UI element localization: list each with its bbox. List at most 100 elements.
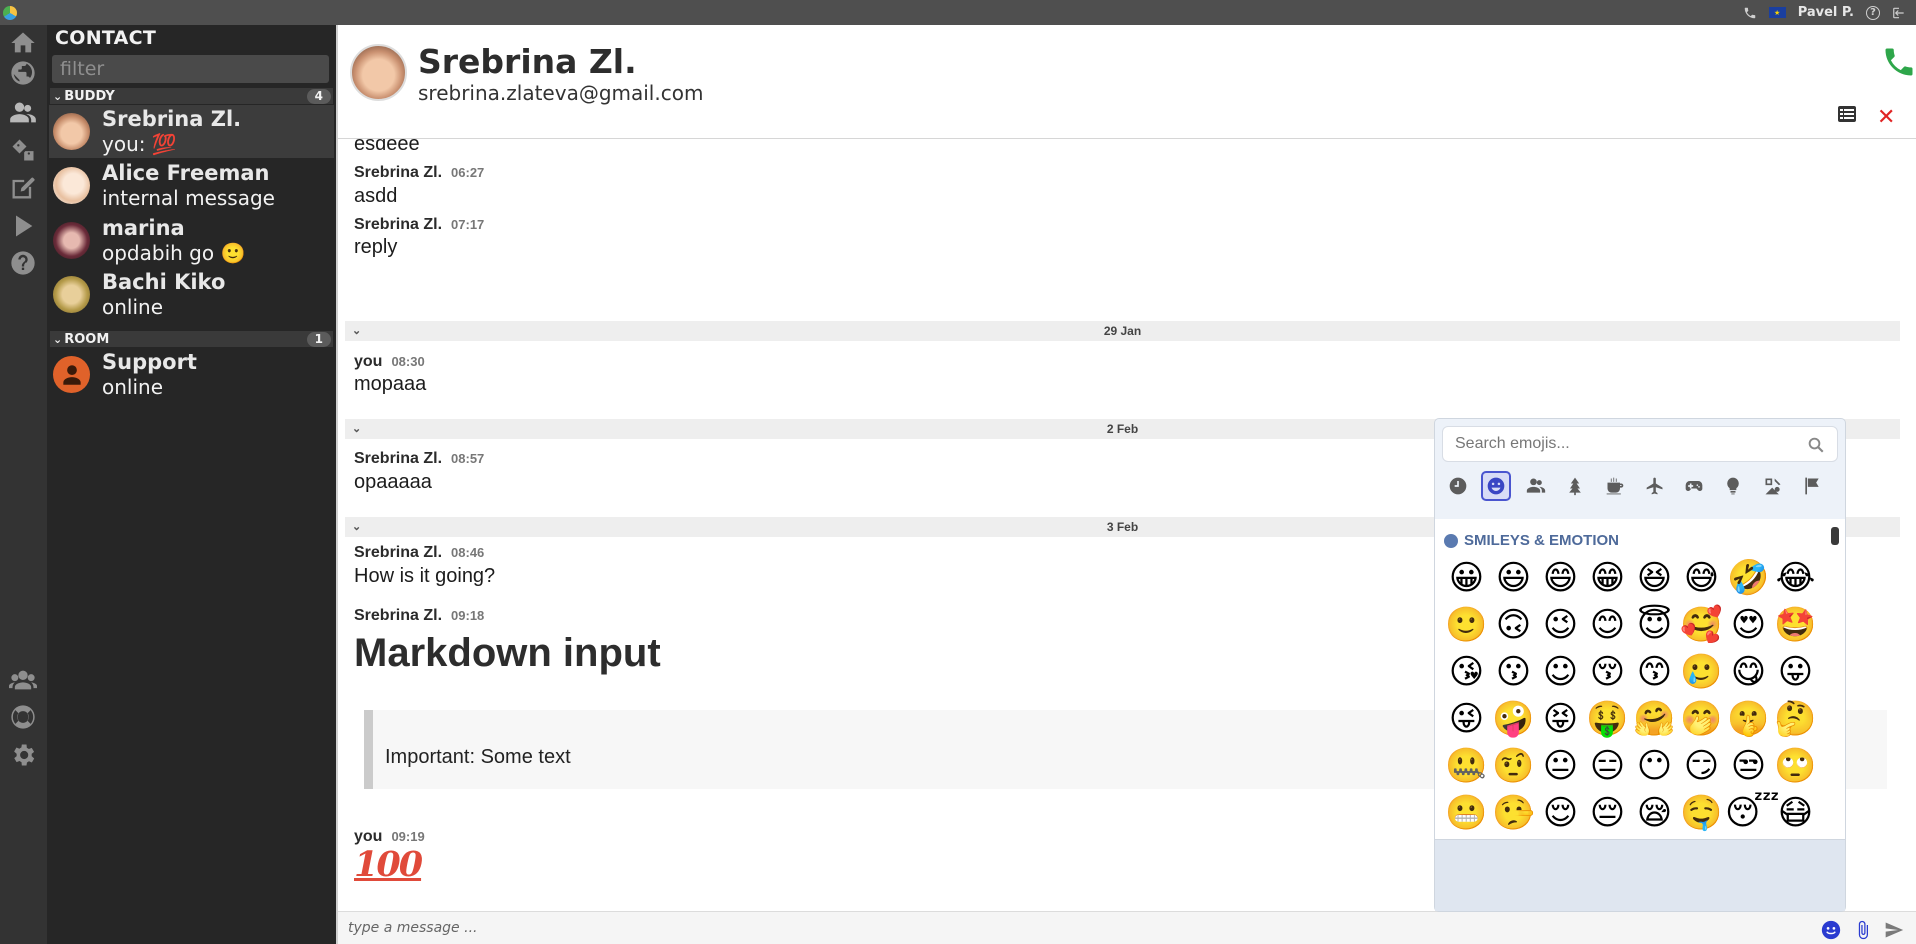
search-icon[interactable] (1807, 436, 1825, 454)
recent-category-icon[interactable] (1443, 471, 1473, 501)
close-chat-icon[interactable]: ✕ (1877, 105, 1895, 130)
emoji-option[interactable]: 😪 (1631, 790, 1678, 837)
emoji-option[interactable]: 🙃 (1490, 602, 1537, 649)
message-input[interactable] (348, 918, 1808, 938)
home-icon[interactable] (8, 28, 38, 58)
message-sender: Srebrina Zl. (354, 216, 443, 233)
emoji-option[interactable]: 🤤 (1678, 790, 1725, 837)
phone-status-icon[interactable] (1743, 6, 1757, 20)
nature-category-icon[interactable] (1560, 471, 1590, 501)
support-lifebuoy-icon[interactable] (8, 702, 38, 732)
emoji-option[interactable]: 😂 (1772, 555, 1819, 602)
emoji-option[interactable]: 😙 (1631, 649, 1678, 696)
emoji-option[interactable]: 🤥 (1490, 790, 1537, 837)
emoji-option[interactable]: 😑 (1584, 743, 1631, 790)
emoji-option[interactable]: 🥲 (1678, 649, 1725, 696)
attach-paperclip-icon[interactable] (1853, 920, 1873, 940)
emoji-option[interactable]: 🙂 (1443, 602, 1490, 649)
emoji-option[interactable]: 🤭 (1678, 696, 1725, 743)
emoji-option[interactable]: 🙄 (1772, 743, 1819, 790)
emoji-option[interactable]: 🤪 (1490, 696, 1537, 743)
smileys-category-icon[interactable] (1481, 471, 1511, 501)
emoji-option[interactable]: 😉 (1537, 602, 1584, 649)
emoji-option[interactable]: 😜 (1443, 696, 1490, 743)
day-separator[interactable]: ⌄ 29 Jan (345, 321, 1900, 341)
emoji-option[interactable]: 😛 (1772, 649, 1819, 696)
message-meta: Srebrina Zl. 07:17 (354, 216, 484, 234)
emoji-option[interactable]: 😍 (1725, 602, 1772, 649)
list-view-icon[interactable] (1838, 106, 1856, 122)
chat-header: Srebrina Zl. srebrina.zlateva@gmail.com … (338, 25, 1916, 139)
emoji-option[interactable]: 😊 (1584, 602, 1631, 649)
message-sender: Srebrina Zl. (354, 164, 443, 181)
avatar[interactable] (350, 44, 407, 101)
emoji-option[interactable]: 😐 (1537, 743, 1584, 790)
people-category-icon[interactable] (1521, 471, 1551, 501)
emoji-option[interactable]: 😴 (1725, 790, 1780, 837)
buddy-group-header[interactable]: ⌄ BUDDY 4 (50, 88, 333, 104)
emoji-option[interactable]: 🤫 (1725, 696, 1772, 743)
emoji-scrollbar[interactable] (1831, 527, 1839, 545)
help-circle-icon[interactable] (8, 248, 38, 278)
emoji-option[interactable]: 🤩 (1772, 602, 1819, 649)
emoji-option[interactable]: 😆 (1631, 555, 1678, 602)
emoji-search-input[interactable] (1442, 426, 1838, 462)
emoji-button-icon[interactable] (1821, 920, 1841, 940)
buddy-item-bachi[interactable]: Bachi Kiko online (49, 268, 334, 321)
emoji-option[interactable]: 😔 (1584, 790, 1631, 837)
activities-category-icon[interactable] (1679, 471, 1709, 501)
contact-filter-input[interactable] (52, 55, 329, 83)
emoji-option[interactable]: 😌 (1537, 790, 1584, 837)
buddy-item-srebrina[interactable]: Srebrina Zl. you: 💯 (49, 105, 334, 158)
emoji-option[interactable]: 😅 (1678, 555, 1725, 602)
game-dice-icon[interactable] (8, 135, 38, 165)
compose-icon[interactable] (8, 173, 38, 203)
emoji-option[interactable]: 🤗 (1631, 696, 1678, 743)
contacts-icon[interactable] (8, 98, 38, 128)
travel-category-icon[interactable] (1640, 471, 1670, 501)
emoji-option[interactable]: 😗 (1490, 649, 1537, 696)
emoji-option[interactable]: 🤨 (1490, 743, 1537, 790)
emoji-option[interactable]: 😄 (1537, 555, 1584, 602)
user-name[interactable]: Pavel P. (1798, 5, 1854, 20)
food-category-icon[interactable] (1600, 471, 1630, 501)
emoji-option[interactable]: 🤐 (1443, 743, 1490, 790)
emoji-option[interactable]: 😒 (1725, 743, 1772, 790)
help-icon[interactable]: ? (1866, 5, 1880, 20)
buddy-name: marina (102, 216, 185, 240)
emoji-option[interactable]: 😶 (1631, 743, 1678, 790)
flags-category-icon[interactable] (1797, 471, 1827, 501)
emoji-option[interactable]: 😏 (1678, 743, 1725, 790)
objects-category-icon[interactable] (1718, 471, 1748, 501)
emoji-option[interactable]: 😀 (1443, 555, 1490, 602)
globe-icon[interactable] (8, 58, 38, 88)
logout-icon[interactable] (1892, 6, 1906, 20)
send-icon[interactable] (1884, 920, 1904, 940)
emoji-option[interactable]: 🥰 (1678, 602, 1725, 649)
room-item-support[interactable]: Support online (49, 348, 334, 401)
buddy-status: internal message (102, 186, 275, 210)
call-icon[interactable] (1881, 44, 1916, 80)
buddy-item-marina[interactable]: marina opdabih go 🙂 (49, 214, 334, 267)
emoji-option[interactable]: ☺ (1537, 649, 1584, 696)
emoji-option[interactable]: 😝 (1537, 696, 1584, 743)
room-group-header[interactable]: ⌄ ROOM 1 (50, 331, 333, 347)
buddy-item-alice[interactable]: Alice Freeman internal message (49, 159, 334, 212)
language-flag-icon[interactable]: ★ (1768, 7, 1786, 18)
emoji-option[interactable]: 😋 (1725, 649, 1772, 696)
emoji-option[interactable]: 😬 (1443, 790, 1490, 837)
symbols-category-icon[interactable] (1758, 471, 1788, 501)
emoji-grid: 😀 😃 😄 😁 😆 😅 🤣 😂 🙂 🙃 😉 😊 😇 🥰 😍 🤩 😘 😗 ☺ 😚 😙 🥲 😋 😛 😜 🤪 😝 🤑 🤗 🤭 🤫 🤔 🤐 🤨 😐 😑 😶 😏 😒 🙄… (1443, 555, 1827, 837)
emoji-option[interactable]: 😘 (1443, 649, 1490, 696)
emoji-option[interactable]: 😃 (1490, 555, 1537, 602)
emoji-option[interactable]: 😁 (1584, 555, 1631, 602)
play-icon[interactable] (8, 211, 38, 241)
settings-gear-icon[interactable] (8, 740, 38, 770)
emoji-option[interactable]: 😚 (1584, 649, 1631, 696)
emoji-option[interactable]: 🤔 (1772, 696, 1819, 743)
group-settings-icon[interactable] (8, 665, 38, 695)
emoji-option[interactable]: 😇 (1631, 602, 1678, 649)
emoji-option[interactable]: 🤣 (1725, 555, 1772, 602)
emoji-option[interactable]: 😷 (1772, 790, 1819, 837)
emoji-option[interactable]: 🤑 (1584, 696, 1631, 743)
